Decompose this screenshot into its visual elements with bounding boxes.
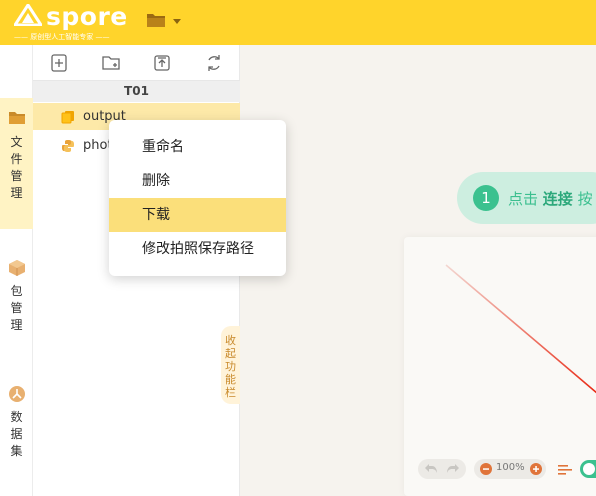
top-bar: spore —— 原创型人工智能专家 —— [0, 0, 596, 45]
left-sidebar: 文件管理 包管理 数据集 [0, 45, 33, 496]
zoom-out-icon[interactable] [480, 463, 492, 475]
python-file-icon [62, 140, 74, 152]
undo-icon[interactable] [424, 463, 438, 475]
file-toolbar [33, 45, 240, 81]
collapse-label-char: 能 [225, 373, 236, 386]
redo-icon[interactable] [446, 463, 460, 475]
sidebar-item-files[interactable]: 文件管理 [0, 98, 33, 229]
logo-mark-icon [14, 4, 42, 26]
context-menu: 重命名 删除 下载 修改拍照保存路径 [109, 120, 286, 276]
hint-suffix: 按 [577, 190, 593, 208]
main-area: 1 点击 连接 按 100% [240, 45, 596, 496]
refresh-icon [208, 55, 220, 71]
sidebar-item-datasets[interactable]: 数据集 [0, 383, 33, 483]
zoom-group: 100% [474, 459, 546, 479]
logo-tagline: —— 原创型人工智能专家 —— [14, 33, 110, 41]
new-file-button[interactable] [49, 53, 69, 73]
chevron-down-icon [173, 19, 181, 24]
tree-header: T01 [33, 81, 240, 102]
undo-redo-group [418, 459, 466, 479]
menu-item-delete[interactable]: 删除 [109, 164, 286, 198]
upload-icon [154, 55, 170, 71]
upload-button[interactable] [152, 53, 172, 73]
hint-prefix: 点击 [508, 190, 539, 208]
collapse-label-char: 起 [225, 347, 236, 360]
connect-hint: 1 点击 连接 按 [457, 172, 596, 224]
toggle-switch[interactable] [580, 460, 596, 478]
logo-text: spore [46, 2, 128, 31]
folder-menu-button[interactable] [146, 11, 186, 31]
folder-icon [8, 112, 25, 124]
collapse-panel-button[interactable]: 收 起 功 能 栏 [221, 326, 240, 404]
canvas-line [445, 264, 596, 394]
package-icon [8, 260, 25, 276]
new-folder-button[interactable] [101, 53, 121, 73]
canvas-toolbar: 100% [418, 459, 596, 481]
connect-link[interactable]: 连接 [543, 190, 573, 208]
zoom-in-icon[interactable] [530, 463, 542, 475]
logo[interactable]: spore —— 原创型人工智能专家 —— [14, 2, 127, 43]
collapse-label-char: 栏 [225, 386, 236, 399]
file-copy-icon [61, 111, 74, 124]
toggle-knob [583, 463, 595, 475]
hint-text: 点击 连接 按 [508, 188, 593, 209]
menu-item-change-photo-path[interactable]: 修改拍照保存路径 [109, 232, 286, 266]
zoom-level: 100% [496, 462, 525, 473]
sidebar-item-packages[interactable]: 包管理 [0, 255, 33, 355]
new-folder-icon [102, 56, 120, 70]
sidebar-item-label: 包管理 [10, 284, 23, 332]
refresh-button[interactable] [204, 53, 224, 73]
collapse-label-char: 收 [225, 334, 236, 347]
folder-icon [147, 14, 165, 27]
new-file-icon [51, 54, 67, 72]
step-number: 1 [473, 185, 499, 211]
list-icon[interactable] [558, 464, 572, 476]
dataset-icon [8, 386, 25, 402]
collapse-label-char: 功 [225, 360, 236, 373]
sidebar-item-label: 数据集 [10, 410, 23, 458]
sidebar-item-label: 文件管理 [10, 135, 23, 200]
menu-item-download[interactable]: 下载 [109, 198, 286, 232]
drawing-canvas[interactable] [404, 237, 596, 496]
menu-item-rename[interactable]: 重命名 [109, 130, 286, 164]
